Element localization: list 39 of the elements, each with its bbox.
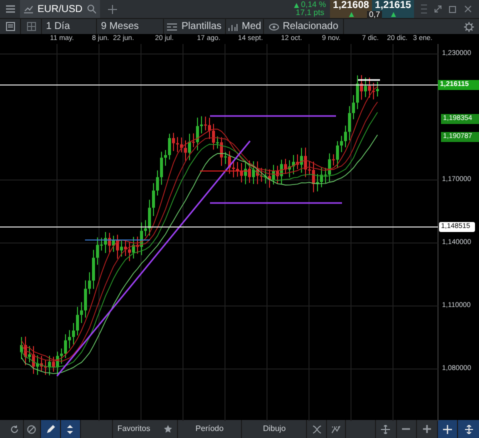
chart-icon: [24, 4, 34, 14]
scale-icon: [464, 424, 473, 434]
search-icon[interactable]: [86, 4, 96, 14]
star-icon: [164, 425, 172, 433]
zigzag-icon: [331, 424, 342, 434]
grip-icon: [421, 3, 428, 15]
menu-icon[interactable]: [6, 5, 14, 13]
period-button[interactable]: Período: [178, 420, 242, 438]
pencil-button[interactable]: [41, 420, 61, 438]
drawing-button[interactable]: Dibujo: [242, 420, 308, 438]
studies-icon: [228, 22, 238, 30]
settings-icon[interactable]: [464, 22, 474, 32]
eye-icon: [268, 22, 279, 30]
popout-icon[interactable]: [448, 5, 457, 13]
add-tab-icon[interactable]: [108, 4, 117, 14]
expand-icon[interactable]: [434, 5, 442, 13]
up-arrow-icon: [390, 12, 396, 17]
fit-icon: [381, 424, 390, 434]
crosshair-button[interactable]: [438, 420, 458, 438]
prohibited-icon: [27, 424, 36, 434]
spread-value: 0,7: [367, 11, 382, 19]
change-percent: 0,14 %: [301, 1, 326, 9]
scale-button[interactable]: [458, 420, 479, 438]
list-icon[interactable]: [6, 22, 14, 31]
symbol-name: EUR/USD: [37, 2, 82, 16]
zoom-in-icon: [423, 425, 431, 433]
close-icon[interactable]: [464, 5, 472, 13]
templates-icon: [167, 22, 178, 30]
crosshair-icon: [443, 424, 452, 434]
crossing-curves-icon: [312, 424, 322, 434]
layout-icon[interactable]: [26, 22, 36, 31]
arrows-icon: [66, 424, 74, 434]
up-arrow-icon: [348, 12, 354, 17]
up-arrow-icon: [294, 2, 300, 8]
refresh-icon: [10, 424, 19, 434]
favorites-button[interactable]: Favoritos: [112, 420, 178, 438]
arrows-button[interactable]: [60, 420, 81, 438]
change-points: 17,1 pts: [296, 9, 324, 17]
pencil-icon: [46, 424, 56, 434]
